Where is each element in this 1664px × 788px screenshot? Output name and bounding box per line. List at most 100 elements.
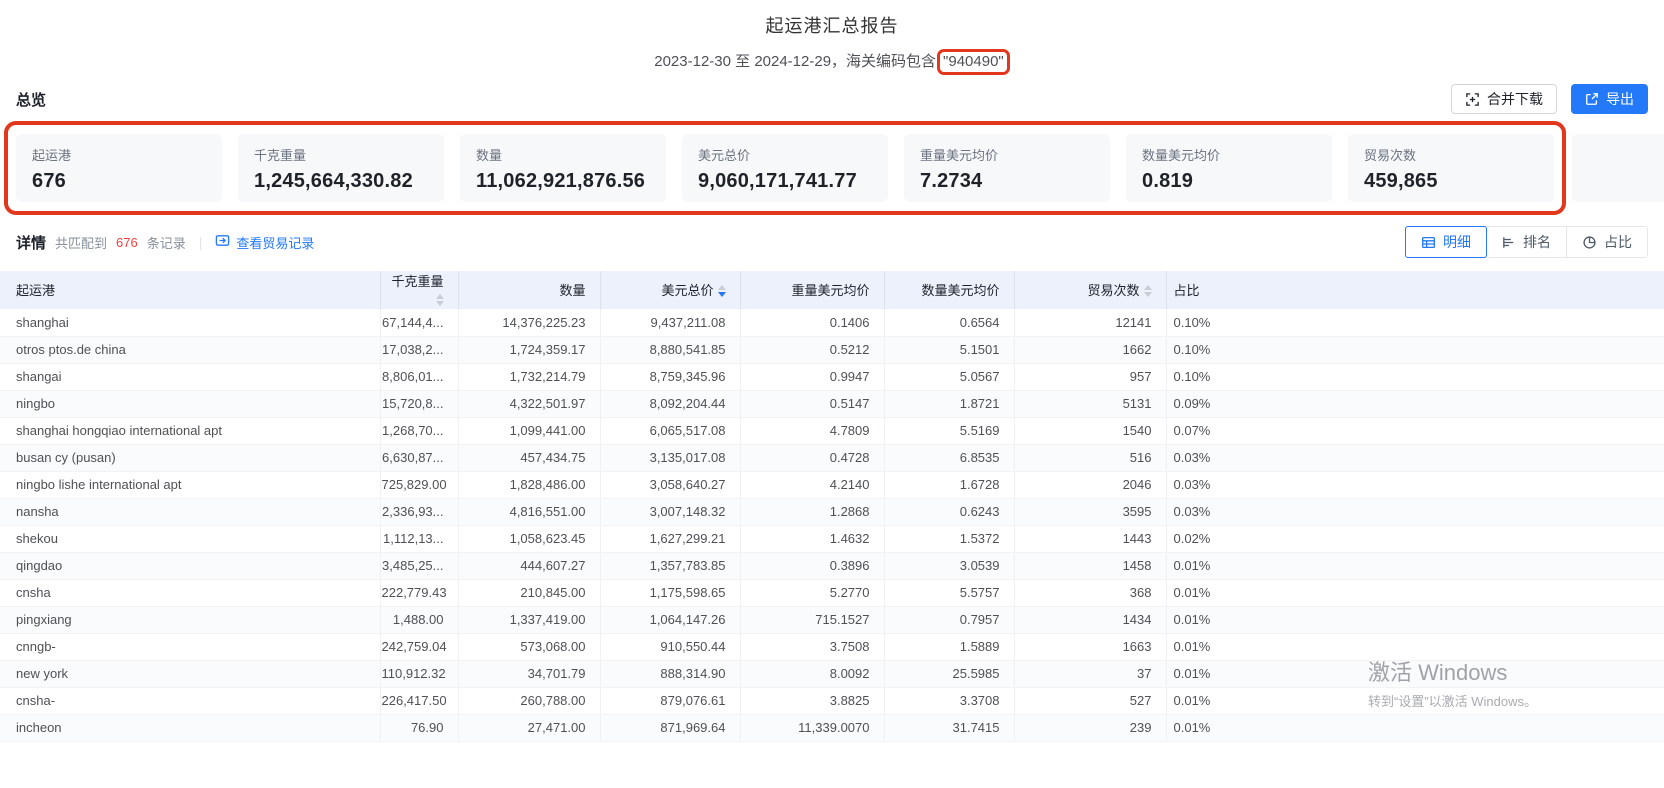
cell-usd: 8,759,345.96 (600, 363, 740, 390)
cell-kg: 1,488.00 (380, 606, 458, 633)
cell-port: new york (0, 660, 380, 687)
cell-qty: 1,099,441.00 (458, 417, 600, 444)
export-button[interactable]: 导出 (1571, 84, 1648, 114)
cell-share: 0.01% (1166, 660, 1286, 687)
view-trade-records-link[interactable]: 查看贸易记录 (215, 233, 314, 252)
cell-kg: 1,112,13... (380, 525, 458, 552)
cell-qty_price: 0.6243 (884, 498, 1014, 525)
report-subtitle: 2023-12-30 至 2024-12-29，海关编码包含"940490" (0, 49, 1664, 75)
cell-kg: 226,417.50 (380, 687, 458, 714)
page-title: 起运港汇总报告 (0, 12, 1664, 38)
cell-usd: 871,969.64 (600, 714, 740, 741)
column-header-usd[interactable]: 美元总价 (600, 271, 740, 309)
cell-qty: 34,701.79 (458, 660, 600, 687)
cell-port: incheon (0, 714, 380, 741)
match-count: 676 (116, 235, 138, 250)
cell-trades: 12141 (1014, 309, 1166, 336)
table-body: shanghai67,144,4...14,376,225.239,437,21… (0, 309, 1664, 741)
cell-kg_price: 0.9947 (740, 363, 884, 390)
cell-share: 0.10% (1166, 309, 1286, 336)
cell-kg_price: 0.5147 (740, 390, 884, 417)
cell-kg_price: 0.5212 (740, 336, 884, 363)
cell-qty_price: 1.5889 (884, 633, 1014, 660)
column-header-qty_price: 数量美元均价 (884, 271, 1014, 309)
cell-trades: 2046 (1014, 471, 1166, 498)
report-header: 起运港汇总报告 2023-12-30 至 2024-12-29，海关编码包含"9… (0, 0, 1664, 75)
cell-trades: 1663 (1014, 633, 1166, 660)
cell-qty_price: 1.5372 (884, 525, 1014, 552)
cell-usd: 8,092,204.44 (600, 390, 740, 417)
cell-trades: 3595 (1014, 498, 1166, 525)
cell-qty_price: 1.6728 (884, 471, 1014, 498)
cell-filler (1286, 471, 1664, 498)
cell-kg: 110,912.32 (380, 660, 458, 687)
tab-share[interactable]: 占比 (1567, 227, 1647, 257)
tab-detail[interactable]: 明细 (1405, 226, 1487, 258)
sort-carets-icon[interactable] (1144, 285, 1152, 297)
cell-port: busan cy (pusan) (0, 444, 380, 471)
table-row: shanghai hongqiao international apt1,268… (0, 417, 1664, 444)
summary-card: 数量美元均价0.819 (1126, 134, 1332, 202)
cell-qty_price: 0.6564 (884, 309, 1014, 336)
cell-kg_price: 715.1527 (740, 606, 884, 633)
merge-download-button[interactable]: 合并下载 (1451, 84, 1557, 114)
summary-card-value: 676 (32, 170, 206, 193)
cell-kg_price: 1.2868 (740, 498, 884, 525)
cell-kg: 67,144,4... (380, 309, 458, 336)
cell-qty: 444,607.27 (458, 552, 600, 579)
cell-trades: 1662 (1014, 336, 1166, 363)
summary-card-label: 千克重量 (254, 145, 428, 164)
overview-section-title: 总览 (16, 89, 46, 110)
cell-filler (1286, 525, 1664, 552)
cell-qty: 1,337,419.00 (458, 606, 600, 633)
cell-usd: 3,135,017.08 (600, 444, 740, 471)
cell-trades: 1458 (1014, 552, 1166, 579)
table-row: cnsha222,779.43210,845.001,175,598.655.2… (0, 579, 1664, 606)
cell-port: shangai (0, 363, 380, 390)
sort-carets-icon[interactable] (436, 294, 444, 306)
cell-kg: 76.90 (380, 714, 458, 741)
summary-card-value: 1,245,664,330.82 (254, 170, 428, 193)
summary-cards-row: 起运港676千克重量1,245,664,330.82数量11,062,921,8… (0, 119, 1664, 219)
cell-port: nansha (0, 498, 380, 525)
table-row: ningbo15,720,8...4,322,501.978,092,204.4… (0, 390, 1664, 417)
column-header-label: 起运港 (16, 283, 55, 298)
table-head: 起运港千克重量数量美元总价重量美元均价数量美元均价贸易次数占比 (0, 271, 1664, 309)
cell-qty: 1,724,359.17 (458, 336, 600, 363)
cell-usd: 879,076.61 (600, 687, 740, 714)
cell-qty: 27,471.00 (458, 714, 600, 741)
cell-usd: 8,880,541.85 (600, 336, 740, 363)
cell-filler (1286, 687, 1664, 714)
cell-kg_price: 4.2140 (740, 471, 884, 498)
cell-port: ningbo (0, 390, 380, 417)
summary-cards: 起运港676千克重量1,245,664,330.82数量11,062,921,8… (16, 134, 1556, 202)
summary-card-value: 0.819 (1142, 170, 1316, 193)
sort-carets-icon[interactable] (718, 285, 726, 297)
cell-filler (1286, 417, 1664, 444)
cell-kg: 2,336,93... (380, 498, 458, 525)
cell-kg_price: 1.4632 (740, 525, 884, 552)
column-header-label: 贸易次数 (1087, 283, 1139, 298)
column-header-qty: 数量 (458, 271, 600, 309)
summary-card: 千克重量 1,245,664,330.82 (238, 134, 444, 202)
merge-grid-icon (1465, 92, 1480, 107)
cell-usd: 888,314.90 (600, 660, 740, 687)
tab-ranking[interactable]: 排名 (1486, 227, 1567, 257)
cell-filler (1286, 444, 1664, 471)
export-label: 导出 (1606, 89, 1634, 109)
cell-qty: 4,816,551.00 (458, 498, 600, 525)
cell-usd: 6,065,517.08 (600, 417, 740, 444)
column-header-trades[interactable]: 贸易次数 (1014, 271, 1166, 309)
column-header-label: 数量美元均价 (921, 283, 999, 298)
detail-table: 起运港千克重量数量美元总价重量美元均价数量美元均价贸易次数占比 shanghai… (0, 271, 1664, 742)
table-row: incheon76.9027,471.00871,969.6411,339.00… (0, 714, 1664, 741)
detail-bar: 详情 共匹配到 676 条记录 | 查看贸易记录 明细 (0, 225, 1664, 259)
cell-share: 0.01% (1166, 606, 1286, 633)
cell-usd: 1,175,598.65 (600, 579, 740, 606)
detail-section-title: 详情 (16, 232, 46, 253)
column-header-kg[interactable]: 千克重量 (380, 271, 458, 309)
tab-detail-label: 明细 (1443, 232, 1471, 252)
cell-usd: 3,007,148.32 (600, 498, 740, 525)
table-row: otros ptos.de china17,038,2...1,724,359.… (0, 336, 1664, 363)
table-row: shekou1,112,13...1,058,623.451,627,299.2… (0, 525, 1664, 552)
